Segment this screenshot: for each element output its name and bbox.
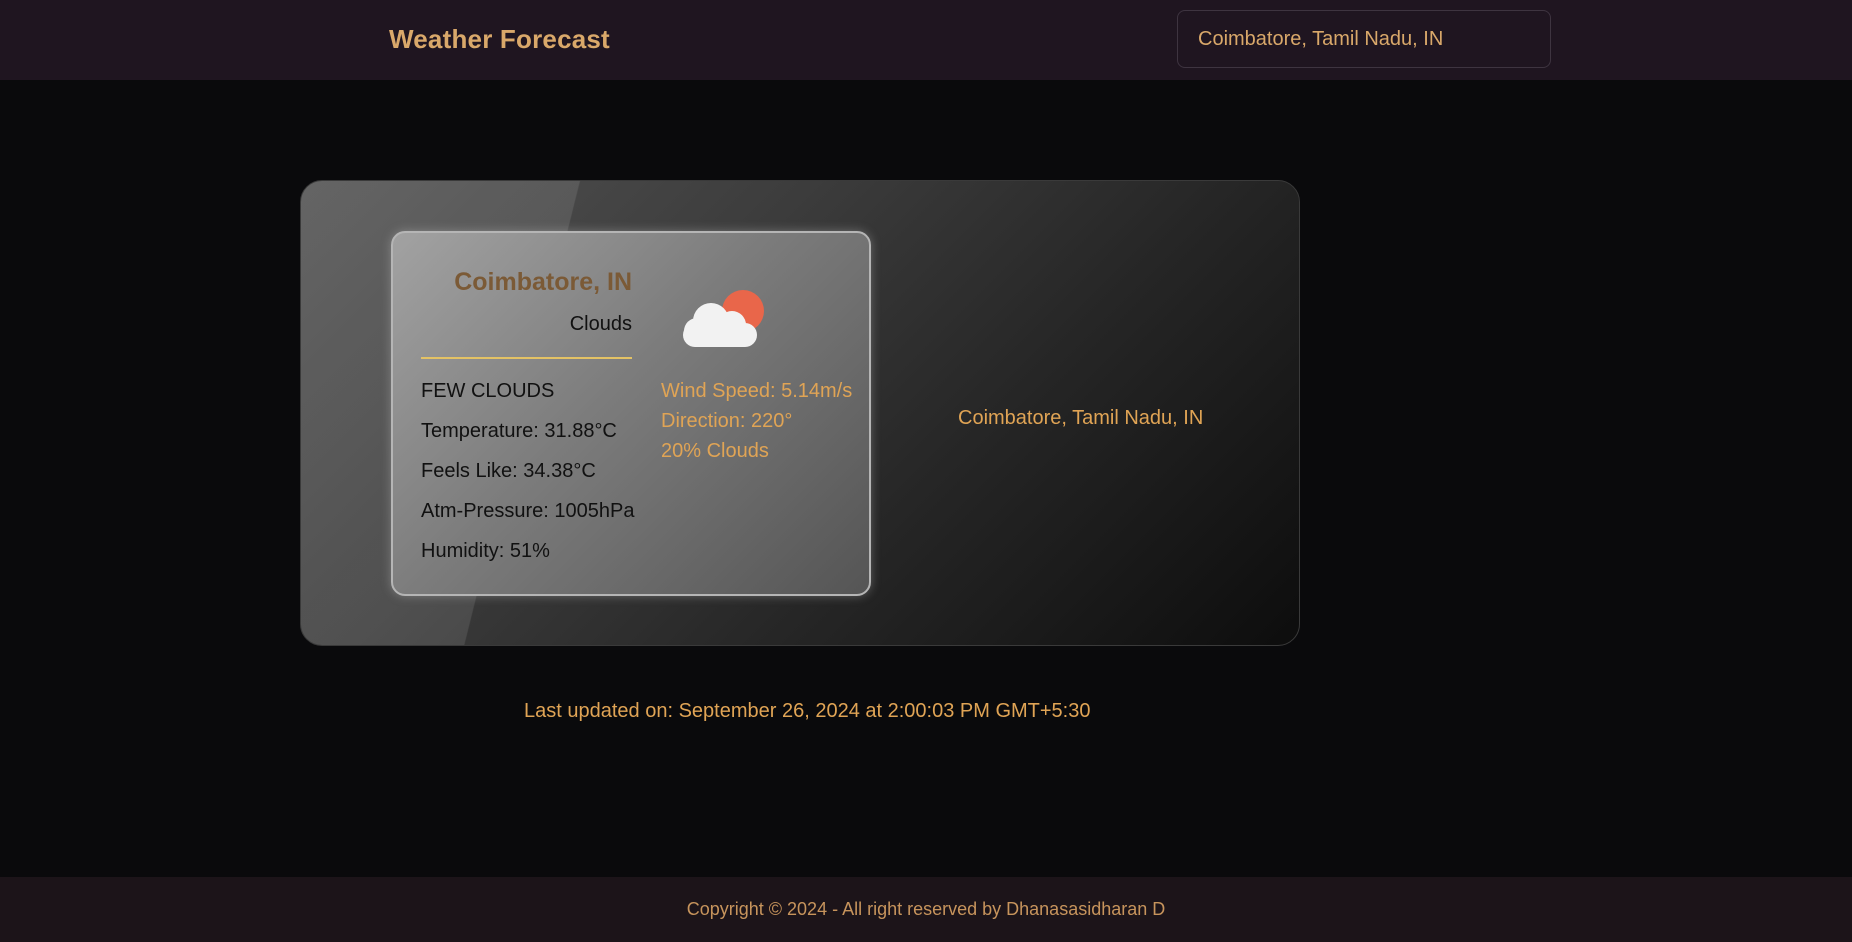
temperature-value: Temperature: 31.88°C	[421, 420, 617, 442]
app-title: Weather Forecast	[389, 24, 610, 54]
weather-stats: FEW CLOUDS Temperature: 31.88°C Feels Li…	[421, 378, 634, 578]
partly-cloudy-icon	[683, 290, 764, 347]
humidity-value: Humidity: 51%	[421, 540, 550, 562]
cloud-coverage-value: 20% Clouds	[661, 440, 769, 462]
pressure-value: Atm-Pressure: 1005hPa	[421, 500, 635, 522]
wind-speed-value: Wind Speed: 5.14m/s	[661, 380, 853, 402]
divider	[421, 357, 632, 359]
copyright-text: Copyright © 2024 - All right reserved by…	[686, 899, 1166, 919]
city-search-input[interactable]	[1177, 10, 1551, 68]
weather-description: FEW CLOUDS	[421, 380, 555, 402]
weather-panel: Coimbatore, IN Clouds FEW CLOUDS Tempera…	[300, 180, 1300, 646]
footer: Copyright © 2024 - All right reserved by…	[0, 877, 1852, 942]
wind-info: Wind Speed: 5.14m/s Direction: 220° 20% …	[661, 378, 852, 468]
weather-card: Coimbatore, IN Clouds FEW CLOUDS Tempera…	[391, 231, 871, 596]
location-label: Coimbatore, Tamil Nadu, IN	[958, 407, 1204, 429]
wind-direction-value: Direction: 220°	[661, 410, 793, 432]
weather-condition: Clouds	[569, 313, 632, 335]
top-navbar: Weather Forecast	[0, 0, 1852, 80]
feels-like-value: Feels Like: 34.38°C	[421, 460, 596, 482]
city-name: Coimbatore, IN	[454, 268, 632, 296]
last-updated-text: Last updated on: September 26, 2024 at 2…	[524, 700, 1091, 722]
